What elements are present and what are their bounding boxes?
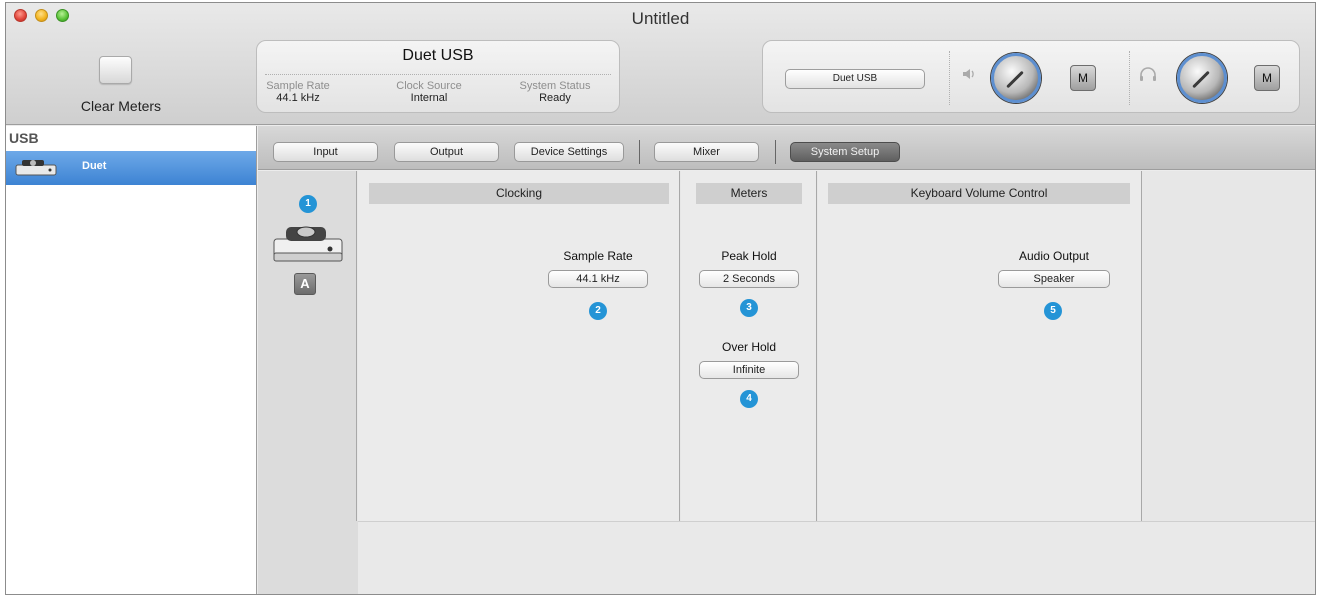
system-status-value: Ready (539, 92, 571, 104)
output-control-panel: Duet USB M M (762, 40, 1300, 113)
peak-hold-popup[interactable]: 2 Seconds (699, 270, 799, 288)
tab-output[interactable]: Output (394, 142, 499, 162)
divider (1129, 51, 1130, 105)
meters-header: Meters (696, 183, 802, 204)
system-status-readout: System Status Ready (513, 80, 597, 104)
sample-rate-popup[interactable]: 44.1 kHz (548, 270, 648, 288)
peak-hold-label: Peak Hold (721, 249, 777, 263)
device-info-panel: Duet USB Sample Rate 44.1 kHz Clock Sour… (256, 40, 620, 113)
callout-badge-4: 4 (740, 390, 758, 408)
app-window: Untitled Clear Meters Duet USB Sample Ra… (5, 2, 1316, 595)
clock-source-caption: Clock Source (396, 80, 462, 92)
sample-rate-readout: Sample Rate 44.1 kHz (265, 80, 331, 104)
callout-badge-1: 1 (299, 195, 317, 213)
clocking-header: Clocking (369, 183, 669, 204)
audio-output-popup[interactable]: Speaker (998, 270, 1110, 288)
sample-rate-value: 44.1 kHz (276, 92, 320, 104)
system-status-caption: System Status (519, 80, 591, 92)
duet-device-icon (272, 223, 344, 265)
tab-system-setup[interactable]: System Setup (790, 142, 900, 162)
mute-speaker-button[interactable]: M (1070, 65, 1096, 91)
mute-headphone-button[interactable]: M (1254, 65, 1280, 91)
headphone-icon (1139, 66, 1157, 87)
divider (949, 51, 950, 105)
audio-app-icon[interactable]: A (294, 273, 316, 295)
keyboard-volume-header: Keyboard Volume Control (828, 183, 1130, 204)
callout-badge-2: 2 (589, 302, 607, 320)
sample-rate-caption: Sample Rate (266, 80, 330, 92)
lower-left-area (258, 521, 358, 594)
sample-rate-field-label: Sample Rate (563, 249, 633, 263)
tab-device-settings[interactable]: Device Settings (514, 142, 624, 162)
divider (265, 74, 611, 75)
over-hold-popup[interactable]: Infinite (699, 361, 799, 379)
clear-meters-button[interactable] (99, 56, 132, 84)
tab-bar: Input Output Device Settings Mixer Syste… (258, 126, 1315, 170)
clear-meters-label: Clear Meters (80, 98, 162, 114)
speaker-volume-knob[interactable] (991, 53, 1041, 103)
system-setup-content: 1 A Clocking Sample Rate 44.1 kHz 2 Mete… (258, 171, 1315, 594)
tab-mixer[interactable]: Mixer (654, 142, 759, 162)
audio-output-label: Audio Output (1018, 249, 1090, 263)
sidebar: USB Duet (6, 126, 257, 594)
device-thumbnail-icon (14, 159, 58, 177)
callout-badge-5: 5 (1044, 302, 1062, 320)
clock-source-value: Internal (410, 92, 448, 104)
tab-input[interactable]: Input (273, 142, 378, 162)
window-title: Untitled (631, 9, 690, 28)
sidebar-item-label: Duet (82, 160, 107, 172)
title-toolbar: Untitled Clear Meters Duet USB Sample Ra… (6, 3, 1315, 125)
clocking-panel: Clocking Sample Rate 44.1 kHz 2 (358, 171, 680, 521)
keyboard-volume-panel: Keyboard Volume Control Audio Output Spe… (818, 171, 1142, 521)
device-column: 1 A (258, 171, 357, 521)
over-hold-label: Over Hold (721, 340, 777, 354)
clock-source-readout: Clock Source Internal (389, 80, 469, 104)
headphone-volume-knob[interactable] (1177, 53, 1227, 103)
device-name: Duet USB (402, 47, 474, 64)
lower-content-area (358, 521, 1315, 594)
sidebar-header: USB (9, 130, 39, 146)
divider (639, 140, 640, 164)
output-device-select[interactable]: Duet USB (785, 69, 925, 89)
speaker-icon (961, 66, 977, 87)
divider (775, 140, 776, 164)
sidebar-item-duet[interactable]: Duet (6, 151, 256, 185)
meters-panel: Meters Peak Hold 2 Seconds 3 Over Hold I… (681, 171, 817, 521)
callout-badge-3: 3 (740, 299, 758, 317)
